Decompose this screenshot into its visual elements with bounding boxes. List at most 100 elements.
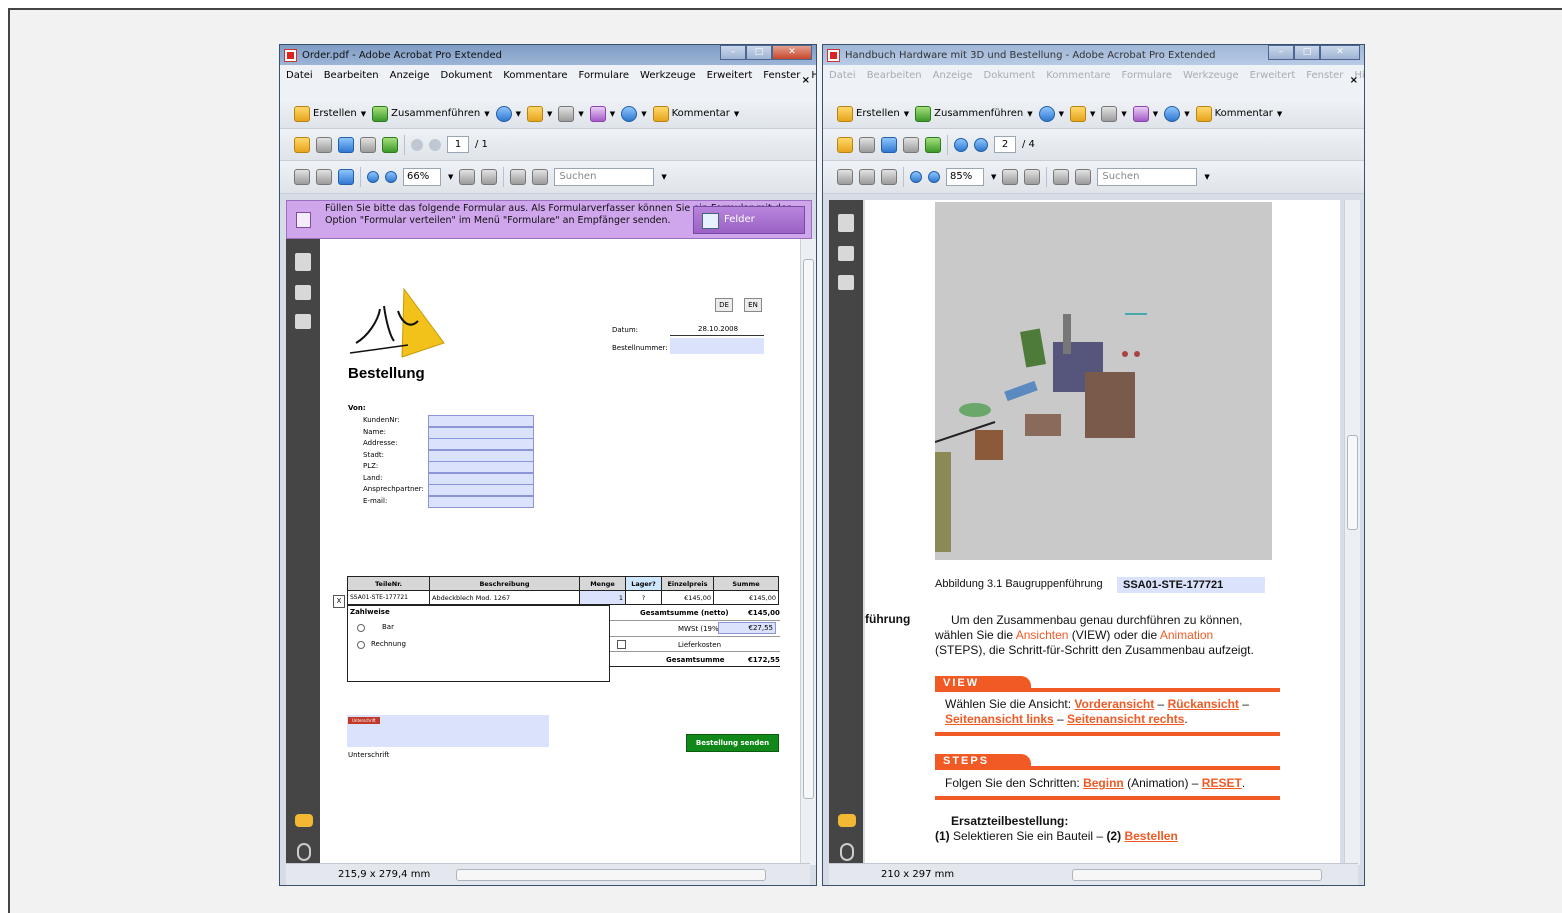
hscroll-thumb[interactable] <box>456 868 767 881</box>
create-button[interactable]: Erstellen ▼ <box>837 105 909 122</box>
part-number-field[interactable]: SSA01-STE-177721 <box>1117 577 1265 593</box>
menu-item[interactable]: Bearbeiten <box>324 70 379 81</box>
fit-page-icon[interactable] <box>1075 169 1092 185</box>
merge-button[interactable]: Zusammenführen ▼ <box>372 105 490 122</box>
scroll-thumb[interactable] <box>1347 435 1358 530</box>
attachments-icon[interactable] <box>840 843 854 861</box>
search-input[interactable]: Suchen <box>554 168 655 186</box>
menu-item[interactable]: Kommentare <box>1046 70 1110 81</box>
begin-link[interactable]: Beginn <box>1083 776 1124 790</box>
customer-field-input[interactable] <box>428 426 534 439</box>
zoom-input[interactable]: 85% <box>946 168 984 186</box>
forms-button[interactable]: ▼ <box>589 105 615 122</box>
multimedia-button[interactable]: ▼ <box>1164 105 1190 122</box>
previous-page-icon[interactable] <box>411 138 423 151</box>
stamp-icon[interactable] <box>1002 169 1019 185</box>
page-number-input[interactable]: 2 <box>994 136 1016 153</box>
select-tool-icon[interactable] <box>837 169 853 185</box>
lang-de-button[interactable]: DE <box>715 298 733 312</box>
zoom-dropdown-icon[interactable]: ▼ <box>991 173 996 181</box>
hand-tool-icon[interactable] <box>859 169 875 185</box>
secure-button[interactable]: ▼ <box>527 105 552 122</box>
customer-field-input[interactable] <box>428 415 534 427</box>
menu-item[interactable]: Hilfe <box>811 70 816 81</box>
vat-field[interactable]: €27,55 <box>718 622 776 634</box>
close-button[interactable]: ✕ <box>1320 45 1360 60</box>
next-page-icon[interactable] <box>429 138 441 151</box>
close-document-icon[interactable]: × <box>1350 75 1358 86</box>
pages-icon[interactable] <box>838 214 854 232</box>
quantity-field[interactable]: 1 <box>579 590 626 605</box>
menu-item[interactable]: Bearbeiten <box>867 70 922 81</box>
send-order-button[interactable]: Bestellung senden <box>686 734 779 752</box>
save-icon[interactable] <box>881 136 897 153</box>
order-link[interactable]: Bestellen <box>1124 829 1177 843</box>
zoom-input[interactable]: 66% <box>403 168 441 186</box>
customer-field-input[interactable] <box>428 484 534 496</box>
shipping-checkbox[interactable] <box>617 640 626 649</box>
radio-rechnung[interactable] <box>357 641 365 649</box>
maximize-button[interactable]: □ <box>746 45 772 60</box>
3d-assembly-view[interactable] <box>935 202 1272 560</box>
signatures-icon[interactable] <box>295 314 311 329</box>
secure-button[interactable]: ▼ <box>1070 105 1095 122</box>
create-button[interactable]: Erstellen ▼ <box>294 105 366 122</box>
snapshot-icon[interactable] <box>481 169 498 185</box>
reset-link[interactable]: RESET <box>1202 776 1242 790</box>
highlight-fields-button[interactable]: Felder markieren <box>693 206 805 251</box>
left-view-link[interactable]: Seitenansicht links <box>945 712 1054 726</box>
signatures-icon[interactable] <box>838 275 854 290</box>
collaborate-button[interactable]: ▼ <box>1038 105 1064 122</box>
fit-width-icon[interactable] <box>1053 169 1070 185</box>
menu-item[interactable]: Fenster <box>1306 70 1343 81</box>
horizontal-scrollbar[interactable] <box>968 868 1342 881</box>
right-view-link[interactable]: Seitenansicht rechts <box>1067 712 1184 726</box>
search-input[interactable]: Suchen <box>1097 168 1198 186</box>
menu-item[interactable]: Werkzeuge <box>640 70 696 81</box>
marquee-zoom-icon[interactable] <box>881 169 897 185</box>
customer-field-input[interactable] <box>428 495 534 508</box>
attachments-icon[interactable] <box>297 843 311 861</box>
menu-item[interactable]: Datei <box>829 70 856 81</box>
menu-item[interactable]: Formulare <box>579 70 629 81</box>
menu-item[interactable]: Datei <box>286 70 313 81</box>
comment-button[interactable]: Kommentar ▼ <box>652 105 739 122</box>
lang-en-button[interactable]: EN <box>744 298 762 312</box>
minimize-button[interactable]: – <box>720 45 746 60</box>
maximize-button[interactable]: □ <box>1294 45 1320 60</box>
zoom-out-icon[interactable] <box>367 171 379 183</box>
pages-icon[interactable] <box>295 253 311 271</box>
open-folder-icon[interactable] <box>837 136 853 153</box>
close-document-icon[interactable]: × <box>802 75 810 86</box>
collaborate-button[interactable]: ▼ <box>495 105 521 122</box>
hscroll-thumb[interactable] <box>1072 868 1323 881</box>
title-bar[interactable]: Handbuch Hardware mit 3D und Bestellung … <box>823 45 1364 65</box>
fit-width-icon[interactable] <box>510 169 527 185</box>
menu-item[interactable]: Werkzeuge <box>1183 70 1239 81</box>
previous-page-icon[interactable] <box>954 137 968 152</box>
scroll-thumb[interactable] <box>803 259 814 799</box>
email-icon[interactable] <box>360 136 376 153</box>
search-dropdown-icon[interactable]: ▼ <box>1204 173 1209 181</box>
globe-icon[interactable] <box>382 136 398 153</box>
menu-item[interactable]: Fenster <box>763 70 800 81</box>
next-page-icon[interactable] <box>974 137 988 152</box>
menu-item[interactable]: Anzeige <box>390 70 430 81</box>
zoom-in-icon[interactable] <box>385 171 397 183</box>
menu-item[interactable]: Dokument <box>984 70 1036 81</box>
customer-field-input[interactable] <box>428 472 534 485</box>
bookmarks-icon[interactable] <box>838 246 854 261</box>
radio-bar[interactable] <box>357 624 365 632</box>
fit-page-icon[interactable] <box>532 169 549 185</box>
forms-button[interactable]: ▼ <box>1132 105 1158 122</box>
menu-item[interactable]: Erweitert <box>707 70 753 81</box>
menu-item[interactable]: Formulare <box>1122 70 1172 81</box>
vertical-scrollbar[interactable] <box>800 239 816 865</box>
vertical-scrollbar[interactable] <box>1344 200 1360 865</box>
stamp-icon[interactable] <box>459 169 476 185</box>
merge-button[interactable]: Zusammenführen ▼ <box>915 105 1033 122</box>
customer-field-input[interactable] <box>428 461 534 473</box>
customer-field-input[interactable] <box>428 438 534 450</box>
save-icon[interactable] <box>338 136 354 153</box>
comments-icon[interactable] <box>295 814 313 827</box>
